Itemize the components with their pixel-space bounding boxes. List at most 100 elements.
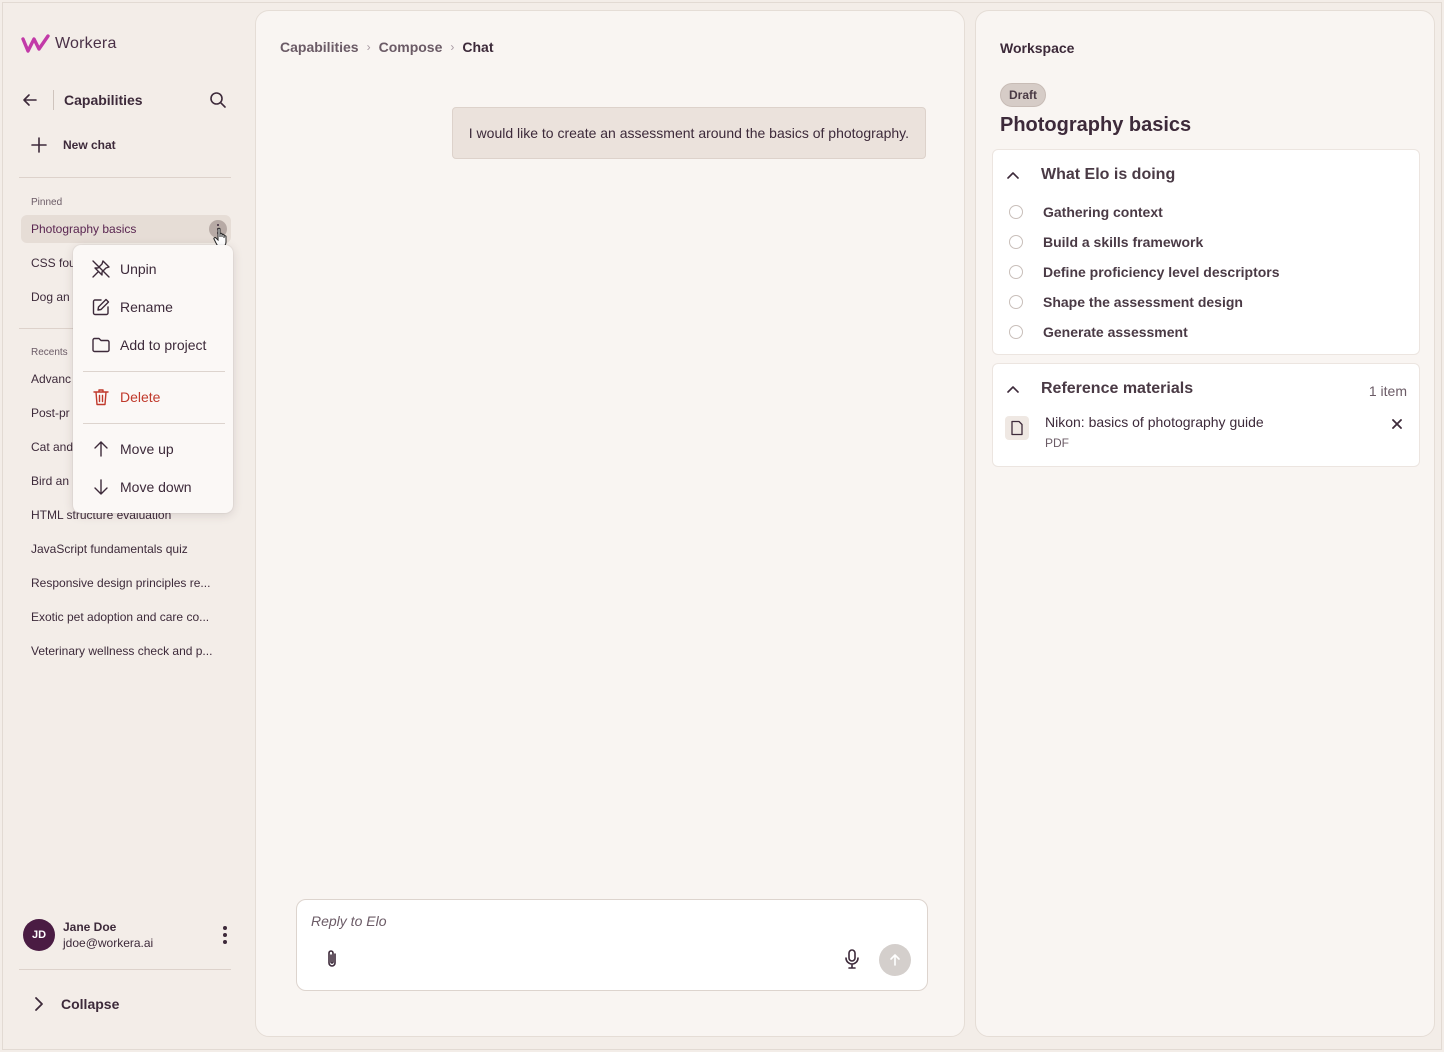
recent-item[interactable]: JavaScript fundamentals quiz xyxy=(21,535,231,563)
breadcrumb-chevron-icon: › xyxy=(450,40,455,54)
task-label: Generate assessment xyxy=(1043,324,1188,340)
sidebar-divider xyxy=(19,969,231,970)
workera-logo-icon xyxy=(21,34,50,53)
pinned-item-label: Photography basics xyxy=(31,222,137,236)
attach-button[interactable] xyxy=(321,948,343,970)
menu-item-label: Add to project xyxy=(120,337,207,353)
arrow-up-icon xyxy=(890,954,900,966)
pinned-label: Pinned xyxy=(31,197,63,208)
menu-item-label: Rename xyxy=(120,299,173,315)
breadcrumb-capabilities[interactable]: Capabilities xyxy=(280,39,359,55)
workspace-title: Workspace xyxy=(1000,40,1075,56)
recents-label: Recents xyxy=(31,347,68,358)
context-menu: Unpin Rename Add to project Delete Move … xyxy=(73,245,233,513)
menu-item-unpin[interactable]: Unpin xyxy=(91,259,157,279)
microphone-button[interactable] xyxy=(841,948,863,970)
new-chat-label: New chat xyxy=(63,138,116,152)
recent-item[interactable]: Exotic pet adoption and care co... xyxy=(21,603,231,631)
back-button[interactable] xyxy=(21,87,49,113)
sidebar: Workera Capabilities New chat Pinned Pho… xyxy=(3,3,253,1051)
task-label: Shape the assessment design xyxy=(1043,294,1243,310)
menu-item-label: Move up xyxy=(120,441,174,457)
reference-file-name: Nikon: basics of photography guide xyxy=(1045,414,1264,430)
activity-card-header[interactable]: What Elo is doing xyxy=(1005,166,1175,184)
task-item: Generate assessment xyxy=(1009,324,1188,340)
status-circle-icon xyxy=(1009,325,1023,339)
breadcrumb-compose[interactable]: Compose xyxy=(379,39,443,55)
menu-item-move-up[interactable]: Move up xyxy=(91,439,174,459)
task-item: Shape the assessment design xyxy=(1009,294,1243,310)
references-card-header[interactable]: Reference materials xyxy=(1005,380,1193,398)
references-title: Reference materials xyxy=(1041,380,1194,397)
workspace-heading: Photography basics xyxy=(1000,114,1192,136)
arrow-down-icon xyxy=(94,479,108,495)
new-chat-button[interactable]: New chat xyxy=(29,135,116,155)
menu-item-label: Unpin xyxy=(120,261,157,277)
task-item: Build a skills framework xyxy=(1009,234,1203,250)
arrow-left-icon xyxy=(23,94,37,106)
activity-title: What Elo is doing xyxy=(1041,166,1176,183)
menu-item-add-to-project[interactable]: Add to project xyxy=(91,335,206,355)
user-email: jdoe@workera.ai xyxy=(63,936,154,950)
search-icon xyxy=(210,92,226,108)
recent-item[interactable]: Veterinary wellness check and p... xyxy=(21,637,231,665)
status-circle-icon xyxy=(1009,295,1023,309)
task-label: Gathering context xyxy=(1043,204,1163,220)
microphone-icon xyxy=(845,949,859,969)
status-badge: Draft xyxy=(1000,83,1047,107)
remove-reference-button[interactable] xyxy=(1389,416,1405,432)
trash-icon xyxy=(93,389,109,406)
recent-item-label: Responsive design principles re... xyxy=(31,576,211,590)
pinned-item-label: CSS fou xyxy=(31,256,76,270)
chevron-up-icon xyxy=(1007,172,1019,179)
reply-input[interactable] xyxy=(311,910,911,932)
user-more-button[interactable] xyxy=(215,921,235,949)
menu-item-move-down[interactable]: Move down xyxy=(91,477,192,497)
references-card: Reference materials 1 item Nikon: basics… xyxy=(992,363,1420,467)
sidebar-divider xyxy=(19,177,231,178)
recent-item-label: Bird an xyxy=(31,474,70,488)
send-button[interactable] xyxy=(879,944,911,976)
collapse-button[interactable]: Collapse xyxy=(31,995,119,1013)
recent-item-label: Advanc xyxy=(31,372,72,386)
task-item: Define proficiency level descriptors xyxy=(1009,264,1280,280)
recent-item-label: Exotic pet adoption and care co... xyxy=(31,610,210,624)
recent-item-label: Cat and xyxy=(31,440,74,454)
activity-card: What Elo is doing Gathering context Buil… xyxy=(992,149,1420,355)
avatar: JD xyxy=(23,919,55,951)
references-count: 1 item xyxy=(1368,383,1407,399)
reference-file[interactable]: Nikon: basics of photography guide PDF xyxy=(1005,414,1409,454)
paperclip-icon xyxy=(328,950,336,967)
workspace-panel: Workspace Draft Photography basics What … xyxy=(975,10,1435,1037)
section-title: Capabilities xyxy=(64,92,143,108)
arrow-up-icon xyxy=(94,441,108,457)
pinned-item-label: Dog an xyxy=(31,290,70,304)
task-label: Build a skills framework xyxy=(1043,234,1204,250)
recent-item-label: Post-pr xyxy=(31,406,70,420)
user-name: Jane Doe xyxy=(63,920,117,934)
status-circle-icon xyxy=(1009,265,1023,279)
status-circle-icon xyxy=(1009,205,1023,219)
brand-logo[interactable]: Workera xyxy=(21,33,117,55)
status-circle-icon xyxy=(1009,235,1023,249)
menu-item-delete[interactable]: Delete xyxy=(91,387,160,407)
pencil-icon xyxy=(92,298,110,316)
user-info: Jane Doe jdoe@workera.ai xyxy=(63,920,215,950)
unpin-icon xyxy=(92,260,110,278)
user-profile[interactable]: JD Jane Doe jdoe@workera.ai xyxy=(23,917,235,953)
reference-file-type: PDF xyxy=(1045,436,1069,450)
menu-item-rename[interactable]: Rename xyxy=(91,297,173,317)
composer xyxy=(296,899,928,991)
menu-divider xyxy=(83,371,225,372)
folder-icon xyxy=(92,337,110,353)
file-icon xyxy=(1005,416,1029,440)
close-icon xyxy=(1392,419,1402,429)
recent-item-label: JavaScript fundamentals quiz xyxy=(31,542,188,556)
task-label: Define proficiency level descriptors xyxy=(1043,264,1280,280)
search-button[interactable] xyxy=(205,87,231,113)
chevron-right-icon xyxy=(35,997,43,1011)
recent-item[interactable]: Responsive design principles re... xyxy=(21,569,231,597)
recent-item-label: Veterinary wellness check and p... xyxy=(31,644,213,658)
menu-divider xyxy=(83,423,225,424)
pinned-item-photography-basics[interactable]: Photography basics xyxy=(21,215,231,243)
